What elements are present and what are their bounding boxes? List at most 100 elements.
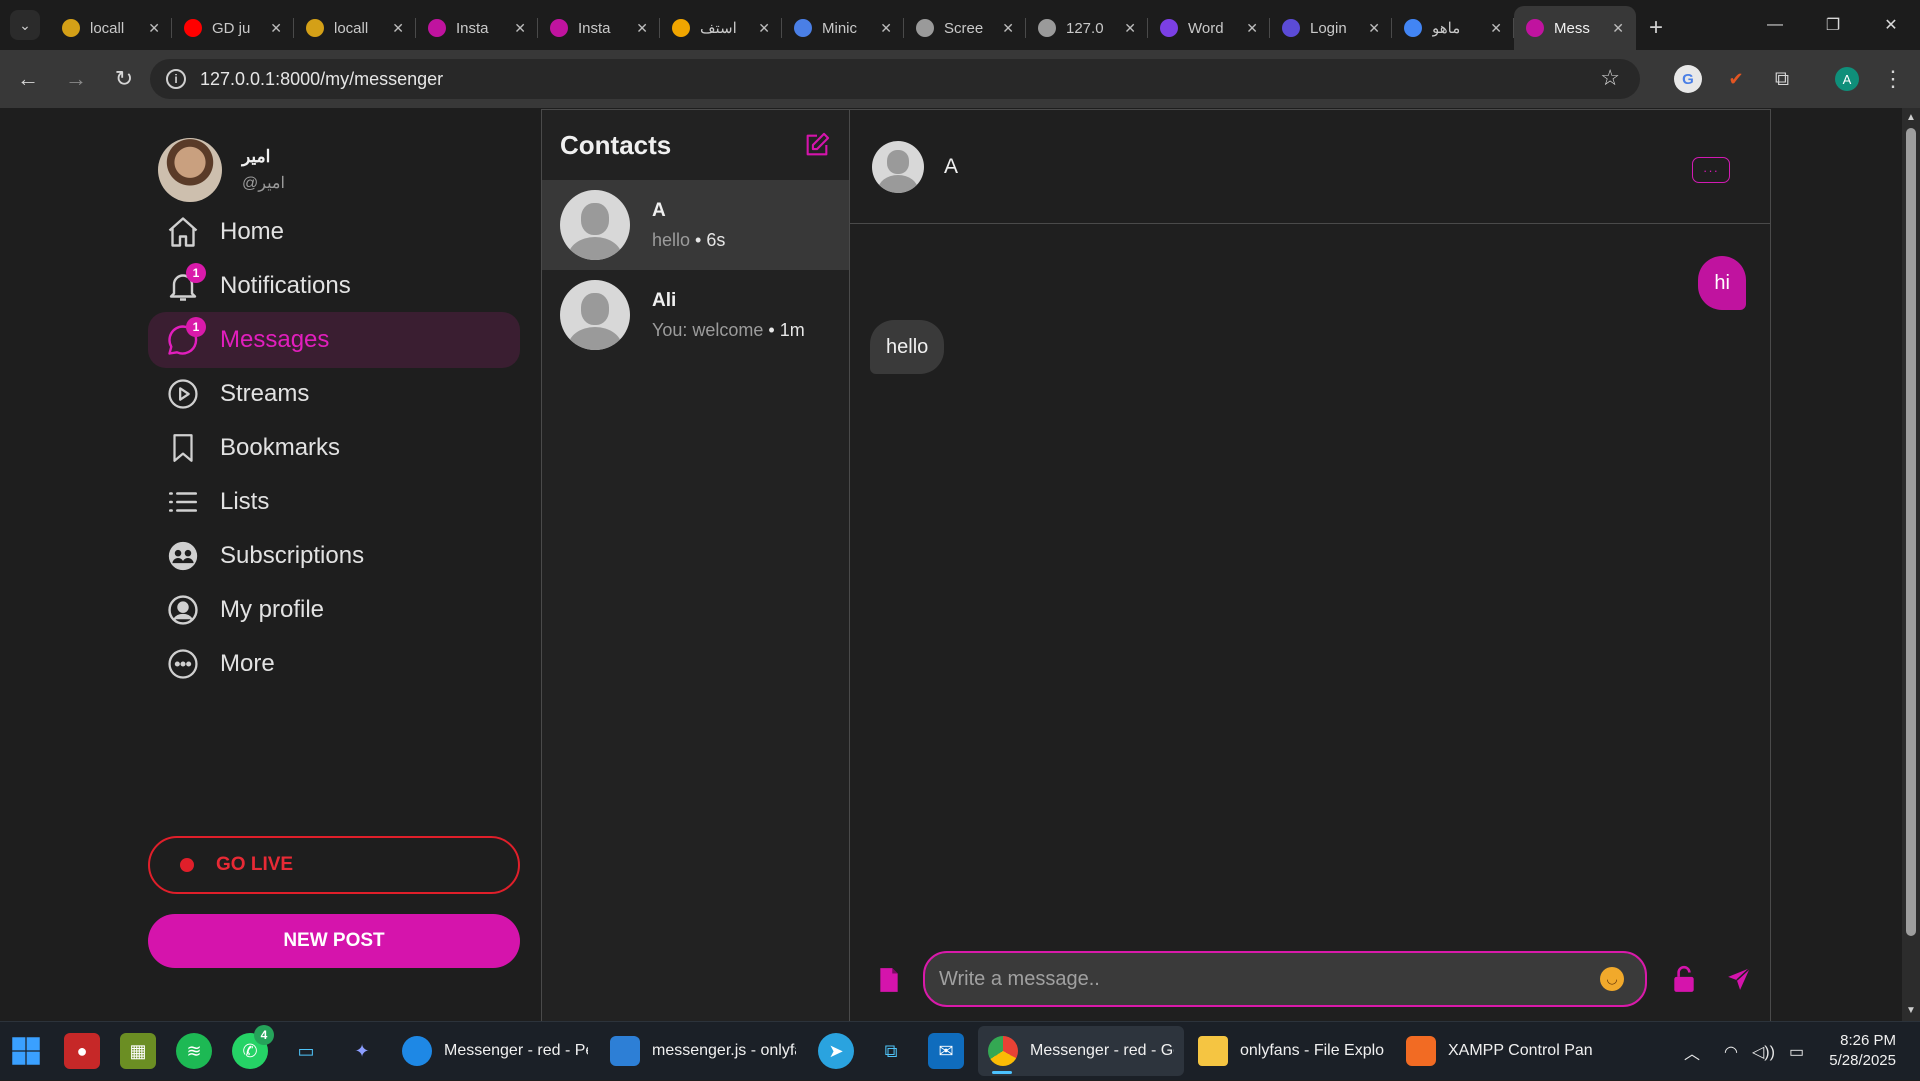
tab-close-icon[interactable]: ✕ — [1002, 20, 1014, 37]
emoji-icon[interactable]: ◡ — [1600, 967, 1624, 991]
send-icon[interactable] — [1726, 966, 1752, 992]
taskbar-app[interactable]: XAMPP Control Panel — [1396, 1026, 1602, 1076]
avatar[interactable] — [158, 138, 222, 202]
user-profile-card[interactable]: امير @امير — [158, 138, 285, 202]
show-hidden-icons-button[interactable]: ︿ — [1684, 1040, 1700, 1064]
wifi-icon[interactable]: ◠ — [1724, 1042, 1738, 1062]
among-us-icon[interactable]: ● — [64, 1033, 100, 1069]
nav-item-home[interactable]: Home — [148, 204, 520, 260]
tab-close-icon[interactable]: ✕ — [1124, 20, 1136, 37]
contacts-header: Contacts — [542, 110, 849, 180]
new-tab-button[interactable]: + — [1636, 6, 1676, 50]
restore-button[interactable]: ❐ — [1804, 0, 1862, 50]
nav-item-streams[interactable]: Streams — [148, 366, 520, 422]
site-info-icon[interactable]: i — [166, 69, 186, 89]
browser-tab[interactable]: Word ✕ — [1148, 6, 1270, 50]
chat-options-button[interactable]: ··· — [1692, 157, 1730, 183]
scroll-up-icon[interactable]: ▲ — [1905, 112, 1917, 124]
restore-icon: ❐ — [1825, 17, 1841, 34]
nav-item-bookmarks[interactable]: Bookmarks — [148, 420, 520, 476]
contact-item[interactable]: A hello • 6s — [542, 180, 849, 270]
taskbar-app[interactable]: messenger.js - onlyfar — [600, 1026, 806, 1076]
tab-close-icon[interactable]: ✕ — [270, 20, 282, 37]
volume-icon[interactable]: ◁)) — [1752, 1042, 1775, 1062]
scroll-thumb[interactable] — [1906, 128, 1916, 936]
copilot-icon[interactable]: ✦ — [344, 1033, 380, 1069]
nav-item-lists[interactable]: Lists — [148, 474, 520, 530]
nav-item-subscriptions[interactable]: Subscriptions — [148, 528, 520, 584]
user-circle-icon — [164, 591, 202, 629]
reload-button[interactable]: ↻ — [104, 59, 144, 99]
check-extension[interactable]: ✔ — [1716, 59, 1756, 99]
tab-close-icon[interactable]: ✕ — [1490, 20, 1502, 37]
browser-tab[interactable]: locall ✕ — [294, 6, 416, 50]
close-window-button[interactable]: ✕ — [1862, 0, 1920, 50]
tab-close-icon[interactable]: ✕ — [514, 20, 526, 37]
tab-close-icon[interactable]: ✕ — [758, 20, 770, 37]
nav-item-notifications[interactable]: 1 Notifications — [148, 258, 520, 314]
outlook-icon[interactable]: ✉ — [928, 1033, 964, 1069]
nav-item-my-profile[interactable]: My profile — [148, 582, 520, 638]
back-button[interactable]: ← — [8, 59, 48, 99]
desktop-icon[interactable]: ▭ — [288, 1033, 324, 1069]
windows-logo-icon — [12, 1037, 40, 1065]
browser-tab[interactable]: ماهو ✕ — [1392, 6, 1514, 50]
tab-close-icon[interactable]: ✕ — [636, 20, 648, 37]
system-clock[interactable]: 8:26 PM 5/28/2025 — [1829, 1031, 1896, 1071]
new-post-button[interactable]: NEW POST — [148, 914, 520, 968]
telegram-icon[interactable]: ➤ — [818, 1033, 854, 1069]
address-bar[interactable]: i 127.0.0.1:8000/my/messenger ☆ — [150, 59, 1640, 99]
nav-item-more[interactable]: More — [148, 636, 520, 692]
home-icon — [164, 213, 202, 251]
tab-close-icon[interactable]: ✕ — [1368, 20, 1380, 37]
extensions-button[interactable]: ⧉ — [1762, 59, 1802, 99]
taskbar-app[interactable]: Messenger - red - Goo — [978, 1026, 1184, 1076]
browser-tab[interactable]: Insta ✕ — [416, 6, 538, 50]
url-text[interactable]: 127.0.0.1:8000/my/messenger — [200, 69, 443, 90]
lock-icon[interactable] — [1673, 965, 1695, 993]
browser-tab[interactable]: Login ✕ — [1270, 6, 1392, 50]
taskbar-app-label: XAMPP Control Panel — [1448, 1042, 1592, 1059]
contact-item[interactable]: Ali You: welcome • 1m — [542, 270, 849, 360]
scroll-down-icon[interactable]: ▼ — [1905, 1005, 1917, 1017]
message-input[interactable] — [923, 951, 1647, 1007]
window-tool-icon[interactable]: ⧉ — [873, 1033, 909, 1069]
nav-item-messages[interactable]: 1 Messages — [148, 312, 520, 368]
tab-search-button[interactable]: ⌄ — [10, 10, 40, 40]
tab-close-icon[interactable]: ✕ — [880, 20, 892, 37]
tab-close-icon[interactable]: ✕ — [1612, 20, 1624, 37]
browser-tab[interactable]: Minic ✕ — [782, 6, 904, 50]
attach-file-icon[interactable] — [878, 967, 900, 993]
forward-button[interactable]: → — [56, 59, 96, 99]
nav-label: Streams — [220, 380, 310, 407]
compose-icon[interactable] — [803, 131, 831, 159]
bell-icon: 1 — [164, 263, 206, 305]
taskbar-app[interactable]: Messenger - red - Per — [392, 1026, 598, 1076]
google-translate-extension[interactable]: G — [1668, 59, 1708, 99]
bookmark-star-icon[interactable]: ☆ — [1600, 65, 1620, 91]
browser-tab[interactable]: 127.0 ✕ — [1026, 6, 1148, 50]
tab-close-icon[interactable]: ✕ — [1246, 20, 1258, 37]
tab-close-icon[interactable]: ✕ — [148, 20, 160, 37]
battery-icon[interactable]: ▭ — [1789, 1042, 1804, 1062]
page-scrollbar[interactable]: ▲ ▼ — [1902, 108, 1920, 1021]
browser-menu-button[interactable]: ⋮ — [1873, 59, 1913, 99]
tab-favicon-icon — [1404, 19, 1422, 37]
tab-close-icon[interactable]: ✕ — [392, 20, 404, 37]
minecraft-icon[interactable]: ▦ — [120, 1033, 156, 1069]
spotify-icon[interactable]: ≋ — [176, 1033, 212, 1069]
go-live-button[interactable]: GO LIVE — [148, 836, 520, 894]
profile-button[interactable]: A — [1827, 59, 1867, 99]
taskbar-app[interactable]: onlyfans - File Explor — [1188, 1026, 1394, 1076]
whatsapp-icon[interactable]: ✆ 4 — [232, 1025, 274, 1069]
browser-tab[interactable]: Scree ✕ — [904, 6, 1026, 50]
start-button[interactable] — [8, 1033, 44, 1069]
browser-tab[interactable]: استف ✕ — [660, 6, 782, 50]
browser-tab[interactable]: locall ✕ — [50, 6, 172, 50]
browser-tab[interactable]: Insta ✕ — [538, 6, 660, 50]
minimize-button[interactable]: — — [1746, 0, 1804, 50]
browser-tab[interactable]: Mess ✕ — [1514, 6, 1636, 50]
chat-contact-name[interactable]: A — [944, 155, 958, 179]
browser-tab[interactable]: GD ju ✕ — [172, 6, 294, 50]
chat-contact-avatar[interactable] — [872, 140, 924, 193]
